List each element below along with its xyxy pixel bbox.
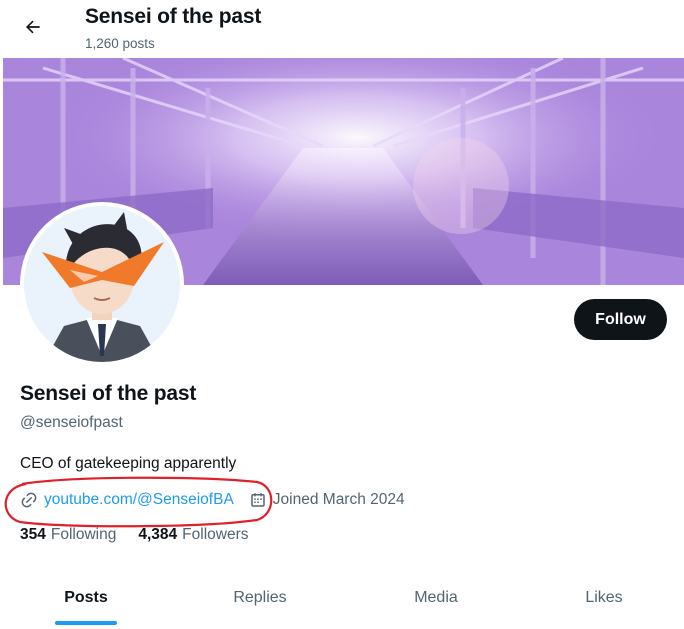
profile-display-name: Sensei of the past — [20, 382, 197, 405]
follow-button[interactable]: Follow — [574, 299, 667, 340]
header-title: Sensei of the past — [85, 5, 262, 28]
profile-joined-text: Joined March 2024 — [272, 491, 405, 508]
tab-media-label: Media — [414, 588, 458, 606]
tab-likes-label: Likes — [585, 588, 623, 606]
active-tab-indicator — [55, 621, 117, 625]
tab-posts[interactable]: Posts — [0, 566, 172, 629]
tab-replies-label: Replies — [233, 588, 287, 606]
followers-stat[interactable]: 4,384 Followers — [138, 526, 248, 544]
calendar-icon — [249, 491, 267, 509]
profile-stats: 354 Following 4,384 Followers — [20, 526, 270, 544]
tab-posts-label: Posts — [64, 588, 108, 606]
followers-count: 4,384 — [138, 526, 178, 543]
link-icon — [20, 491, 38, 509]
top-header: Sensei of the past 1,260 posts — [0, 0, 684, 58]
profile-avatar[interactable] — [20, 202, 184, 366]
profile-meta-row: youtube.com/@SenseiofBA Joined March 202… — [20, 489, 405, 511]
following-stat[interactable]: 354 Following — [20, 526, 116, 544]
back-button[interactable] — [14, 10, 52, 48]
arrow-left-icon — [23, 17, 43, 42]
followers-label: Followers — [182, 526, 249, 543]
following-label: Following — [50, 526, 117, 543]
profile-tabs: Posts Replies Media Likes — [0, 566, 684, 629]
profile-handle: @senseiofpast — [20, 414, 123, 431]
profile-website-text: youtube.com/@SenseiofBA — [44, 491, 234, 508]
profile-joined: Joined March 2024 — [249, 491, 405, 509]
profile-bio: CEO of gatekeeping apparently — [20, 455, 237, 472]
tab-replies[interactable]: Replies — [172, 566, 348, 629]
profile-website-link[interactable]: youtube.com/@SenseiofBA — [20, 491, 234, 509]
following-count: 354 — [20, 526, 46, 543]
tab-likes[interactable]: Likes — [524, 566, 684, 629]
post-count: 1,260 posts — [85, 36, 155, 51]
tab-media[interactable]: Media — [348, 566, 524, 629]
